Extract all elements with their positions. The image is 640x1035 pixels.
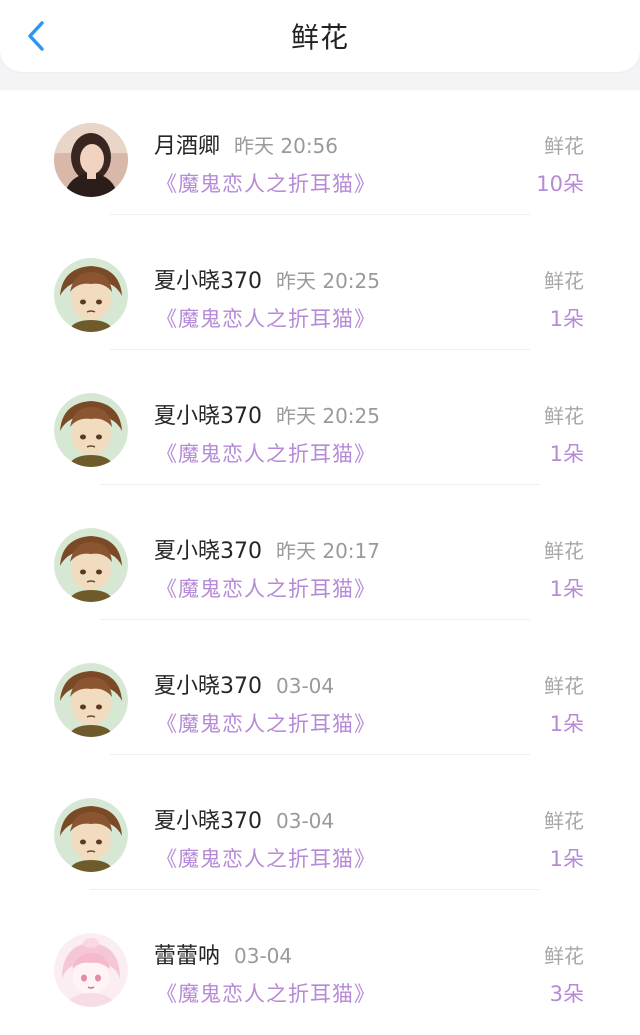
gift-count: 1朵 <box>549 307 584 331</box>
user-name[interactable]: 夏小晓370 昨天 20:25 <box>154 263 380 295</box>
gift-type-label: 鲜花 <box>544 539 584 563</box>
book-link[interactable]: 《魔鬼恋人之折耳猫》 <box>156 303 376 333</box>
anime-boy-avatar-icon <box>54 663 128 737</box>
anime-boy-avatar-icon <box>54 798 128 872</box>
user-name-text: 夏小晓370 <box>154 404 262 429</box>
book-link[interactable]: 《魔鬼恋人之折耳猫》 <box>156 708 376 738</box>
gift-type-label: 鲜花 <box>544 809 584 833</box>
user-name-text: 夏小晓370 <box>154 674 262 699</box>
divider <box>90 889 540 890</box>
gift-type-label: 鲜花 <box>544 404 584 428</box>
gift-count: 1朵 <box>549 577 584 601</box>
list-item[interactable]: 夏小晓370 03-04 《魔鬼恋人之折耳猫》 鲜花 1朵 <box>0 630 640 765</box>
page-title: 鲜花 <box>290 21 349 54</box>
user-name[interactable]: 夏小晓370 昨天 20:17 <box>154 533 380 565</box>
user-name[interactable]: 夏小晓370 03-04 <box>154 668 334 700</box>
user-name[interactable]: 夏小晓370 昨天 20:25 <box>154 398 380 430</box>
avatar[interactable] <box>54 123 128 197</box>
user-name[interactable]: 蕾蕾呐 03-04 <box>154 938 292 970</box>
timestamp: 03-04 <box>234 944 293 968</box>
divider <box>110 214 530 215</box>
list-item[interactable]: 夏小晓370 昨天 20:25 《魔鬼恋人之折耳猫》 鲜花 1朵 <box>0 225 640 360</box>
gift-count: 3朵 <box>549 982 584 1006</box>
anime-boy-avatar-icon <box>54 393 128 467</box>
user-name[interactable]: 月酒卿 昨天 20:56 <box>154 128 338 160</box>
list-item[interactable]: 夏小晓370 昨天 20:17 《魔鬼恋人之折耳猫》 鲜花 1朵 <box>0 495 640 630</box>
divider <box>110 349 530 350</box>
timestamp: 03-04 <box>276 674 335 698</box>
timestamp: 昨天 20:56 <box>234 134 339 158</box>
user-name-text: 蕾蕾呐 <box>154 944 221 969</box>
divider <box>100 619 530 620</box>
user-name-text: 夏小晓370 <box>154 269 262 294</box>
user-name-text: 月酒卿 <box>154 134 221 159</box>
book-link[interactable]: 《魔鬼恋人之折耳猫》 <box>156 168 376 198</box>
book-link[interactable]: 《魔鬼恋人之折耳猫》 <box>156 843 376 873</box>
photo-avatar-icon <box>54 123 128 197</box>
gift-count: 1朵 <box>549 712 584 736</box>
avatar[interactable] <box>54 258 128 332</box>
user-name-text: 夏小晓370 <box>154 539 262 564</box>
list-item[interactable]: 夏小晓370 03-04 《魔鬼恋人之折耳猫》 鲜花 1朵 <box>0 765 640 900</box>
gift-count: 1朵 <box>549 847 584 871</box>
anime-boy-avatar-icon <box>54 258 128 332</box>
timestamp: 03-04 <box>276 809 335 833</box>
top-bar: 鲜花 <box>0 0 640 72</box>
gift-type-label: 鲜花 <box>544 674 584 698</box>
timestamp: 昨天 20:17 <box>276 539 380 563</box>
anime-boy-avatar-icon <box>54 528 128 602</box>
book-link[interactable]: 《魔鬼恋人之折耳猫》 <box>156 573 376 603</box>
avatar[interactable] <box>54 528 128 602</box>
user-name-text: 夏小晓370 <box>154 809 262 834</box>
gift-count: 1朵 <box>549 442 584 466</box>
timestamp: 昨天 20:25 <box>276 404 380 428</box>
gift-type-label: 鲜花 <box>544 134 584 158</box>
list-item[interactable]: 月酒卿 昨天 20:56 《魔鬼恋人之折耳猫》 鲜花 10朵 <box>0 90 640 225</box>
avatar[interactable] <box>54 663 128 737</box>
divider <box>110 754 530 755</box>
anime-girl-avatar-icon <box>54 933 128 1007</box>
book-link[interactable]: 《魔鬼恋人之折耳猫》 <box>156 438 376 468</box>
avatar[interactable] <box>54 798 128 872</box>
list-item[interactable]: 夏小晓370 昨天 20:25 《魔鬼恋人之折耳猫》 鲜花 1朵 <box>0 360 640 495</box>
timestamp: 昨天 20:25 <box>276 269 380 293</box>
gift-count: 10朵 <box>536 172 584 196</box>
book-link[interactable]: 《魔鬼恋人之折耳猫》 <box>156 978 376 1008</box>
user-name[interactable]: 夏小晓370 03-04 <box>154 803 334 835</box>
list-item[interactable]: 蕾蕾呐 03-04 《魔鬼恋人之折耳猫》 鲜花 3朵 <box>0 900 640 1035</box>
avatar[interactable] <box>54 933 128 1007</box>
flower-record-list: 月酒卿 昨天 20:56 《魔鬼恋人之折耳猫》 鲜花 10朵 夏小晓370 昨天 2… <box>0 90 640 1035</box>
gift-type-label: 鲜花 <box>544 944 584 968</box>
avatar[interactable] <box>54 393 128 467</box>
divider <box>100 484 540 485</box>
gift-type-label: 鲜花 <box>544 269 584 293</box>
